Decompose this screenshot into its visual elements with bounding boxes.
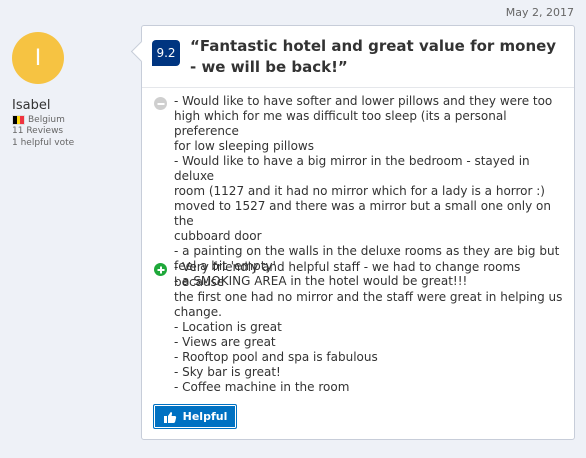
negative-line: - Would like to have softer and lower pi…	[174, 94, 553, 108]
belgium-flag-icon	[12, 115, 25, 125]
review-count: 11 Reviews	[12, 126, 64, 136]
positive-line: - Sky bar is great!	[174, 365, 281, 379]
review-date: May 2, 2017	[505, 6, 574, 19]
review-score-badge: 9.2	[152, 40, 180, 66]
negative-line: - Would like to have a big mirror in the…	[174, 154, 530, 183]
positive-line: - Location is great	[174, 320, 282, 334]
negative-line: for low sleeping pillows	[174, 139, 314, 153]
negative-line: cubboard door	[174, 229, 262, 243]
negative-line: high which for me was difficult too slee…	[174, 109, 507, 138]
minus-circle-icon	[154, 97, 167, 110]
positive-line: the first one had no mirror and the staf…	[174, 290, 563, 304]
positive-line: - Rooftop pool and spa is fabulous	[174, 350, 378, 364]
positive-line: - Very friendly and helpful staff - we h…	[174, 260, 521, 289]
plus-circle-icon	[154, 263, 167, 276]
negative-line: moved to 1527 and there was a mirror but…	[174, 199, 551, 228]
reviewer-panel: I Isabel Belgium 11 Reviews 1 helpful vo…	[12, 32, 122, 149]
review-title: “Fantastic hotel and great value for mon…	[190, 37, 557, 76]
positive-line: - Views are great	[174, 335, 276, 349]
helpful-button[interactable]: Helpful	[153, 404, 237, 429]
avatar-initial: I	[34, 45, 42, 71]
positive-line: change.	[174, 305, 222, 319]
helpful-vote-count: 1 helpful vote	[12, 138, 75, 148]
positive-line: - Coffee machine in the room	[174, 380, 350, 394]
positive-review-text: - Very friendly and helpful staff - we h…	[174, 260, 564, 395]
negative-line: - a painting on the walls in the deluxe …	[174, 244, 560, 258]
country-name: Belgium	[28, 115, 65, 125]
review-card: 9.2 “Fantastic hotel and great value for…	[141, 25, 575, 440]
reviewer-country: Belgium	[12, 115, 122, 125]
positive-review: - Very friendly and helpful staff - we h…	[154, 260, 564, 395]
helpful-label: Helpful	[182, 410, 228, 423]
reviewer-avatar: I	[12, 32, 64, 84]
review-divider	[142, 87, 574, 88]
reviewer-name: Isabel	[12, 98, 51, 113]
negative-line: room (1127 and it had no mirror which fo…	[174, 184, 545, 198]
thumbs-up-icon	[163, 410, 177, 424]
